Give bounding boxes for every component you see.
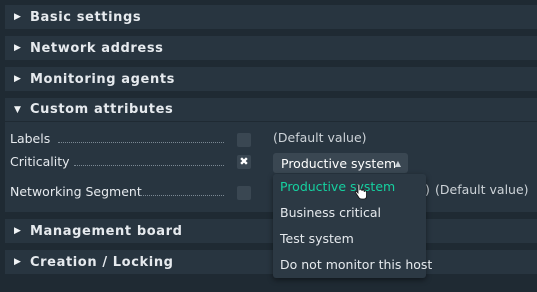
criticality-checkbox[interactable]: ✖ xyxy=(237,155,251,169)
triangle-right-icon: ▶ xyxy=(14,226,22,236)
section-title: Basic settings xyxy=(30,9,142,25)
networking-segment-checkbox[interactable] xyxy=(237,186,251,200)
caret-up-icon: ▲ xyxy=(394,159,401,168)
section-title: Custom attributes xyxy=(30,102,174,117)
dotted-leader xyxy=(140,186,224,196)
networking-segment-label: Networking Segment xyxy=(10,183,142,199)
triangle-right-icon: ▶ xyxy=(14,257,22,267)
hand-pointer-icon xyxy=(354,184,367,200)
section-title: Monitoring agents xyxy=(30,71,175,87)
x-mark-icon: ✖ xyxy=(239,155,249,168)
networking-segment-default-value: (Default value) xyxy=(435,182,529,197)
triangle-right-icon: ▶ xyxy=(14,43,22,53)
labels-label: Labels xyxy=(10,130,51,146)
dropdown-option-do-not-monitor[interactable]: Do not monitor this host xyxy=(280,256,432,274)
criticality-dropdown-list: Productive system Business critical Test… xyxy=(273,174,432,278)
triangle-right-icon: ▶ xyxy=(14,12,22,22)
criticality-label: Criticality xyxy=(10,153,70,169)
dropdown-option-productive-system[interactable]: Productive system xyxy=(280,178,395,196)
networking-segment-row: Networking Segment xyxy=(10,182,225,200)
dropdown-option-test-system[interactable]: Test system xyxy=(280,230,354,248)
section-header-custom-attributes[interactable]: ▼ Custom attributes xyxy=(5,98,537,122)
section-network-address[interactable]: ▶ Network address xyxy=(5,36,537,60)
criticality-row: Criticality xyxy=(10,152,225,170)
criticality-selected-value: Productive system xyxy=(281,155,397,171)
dropdown-option-business-critical[interactable]: Business critical xyxy=(280,204,381,222)
labels-row: Labels xyxy=(10,129,225,147)
section-title: Creation / Locking xyxy=(30,254,174,270)
section-basic-settings[interactable]: ▶ Basic settings xyxy=(5,5,537,29)
dotted-leader xyxy=(74,156,224,166)
section-monitoring-agents[interactable]: ▶ Monitoring agents xyxy=(5,67,537,91)
section-creation-locking[interactable]: ▶ Creation / Locking xyxy=(5,250,537,274)
criticality-select[interactable]: Productive system ▲ xyxy=(273,153,408,173)
host-properties-page: ▶ Basic settings ▶ Network address ▶ Mon… xyxy=(0,0,537,292)
triangle-down-icon: ▼ xyxy=(14,104,22,115)
dotted-leader xyxy=(58,133,224,143)
section-management-board[interactable]: ▶ Management board xyxy=(5,219,537,243)
section-title: Management board xyxy=(30,223,183,239)
labels-default-value: (Default value) xyxy=(273,130,367,145)
section-title: Network address xyxy=(30,40,164,56)
labels-checkbox[interactable] xyxy=(237,133,251,147)
triangle-right-icon: ▶ xyxy=(14,74,22,84)
